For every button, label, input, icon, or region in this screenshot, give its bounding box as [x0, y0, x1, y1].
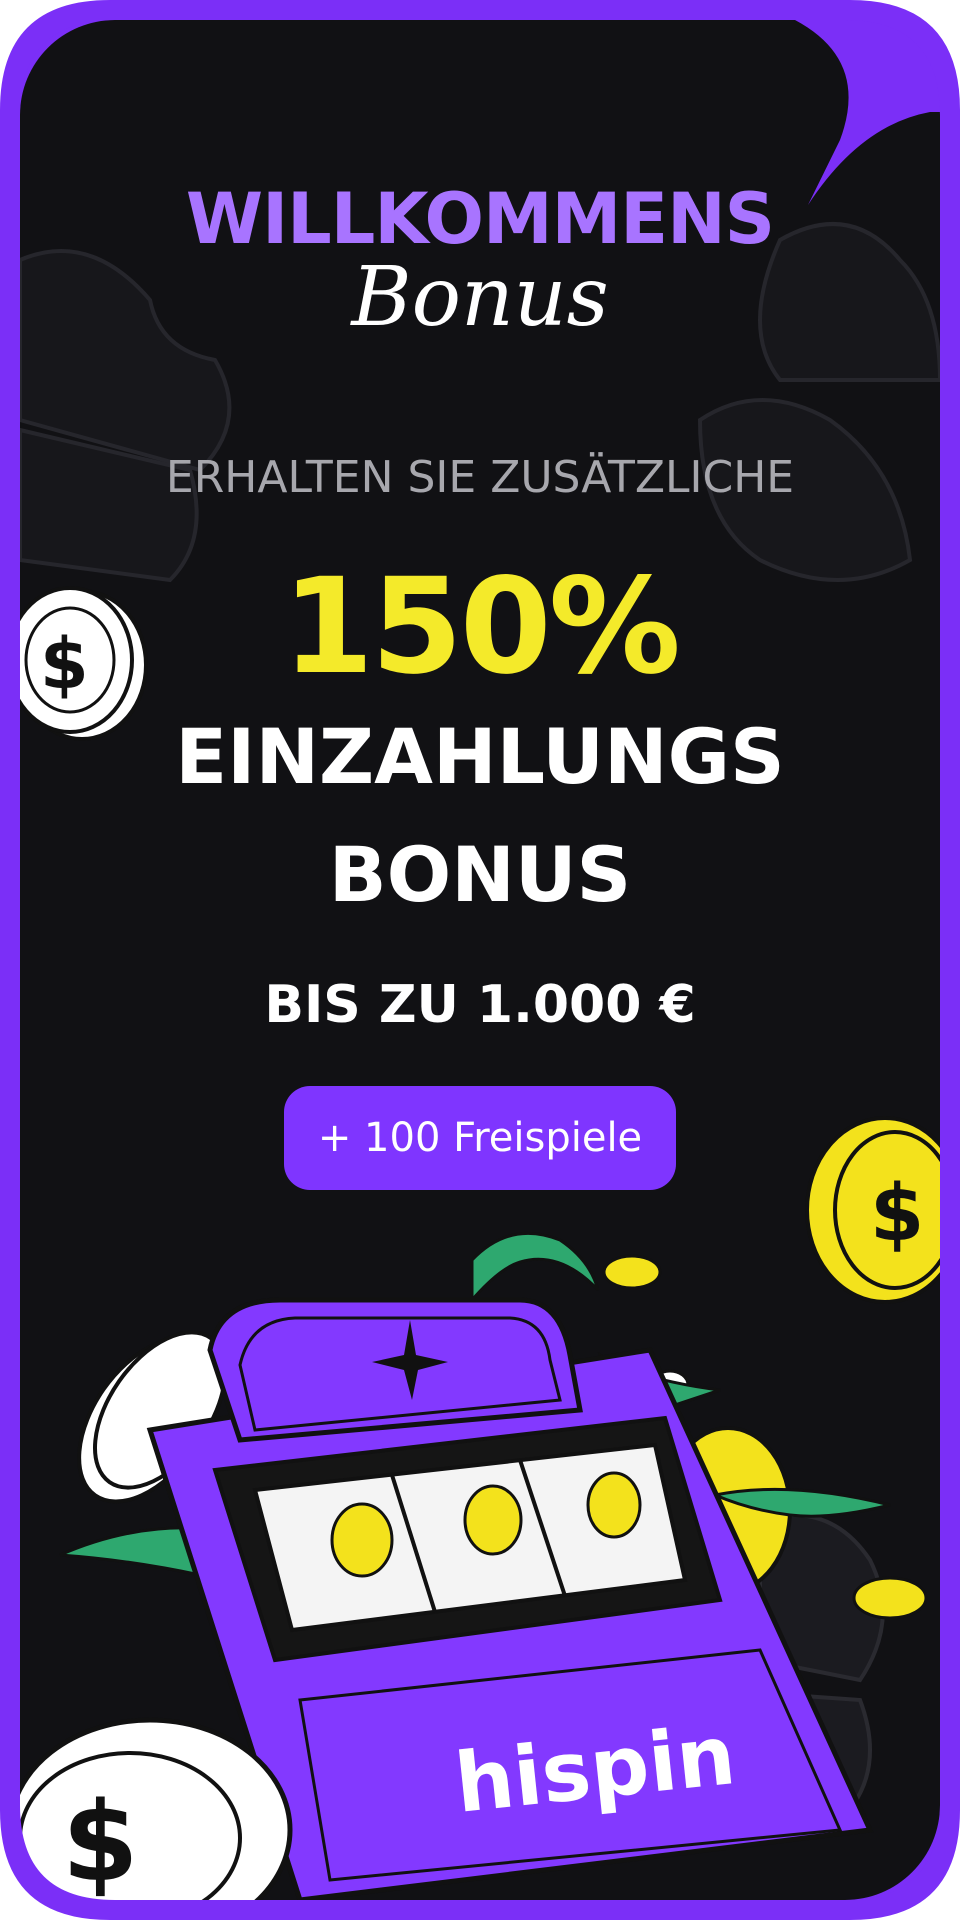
bonus-line-2: BONUS — [328, 830, 632, 919]
svg-text:$: $ — [870, 1169, 924, 1259]
banner-title: WILLKOMMENS — [185, 178, 775, 260]
svg-text:$: $ — [62, 1778, 139, 1906]
banner-subtitle: ERHALTEN SIE ZUSÄTZLICHE — [165, 452, 795, 503]
bonus-limit: BIS ZU 1.000 € — [264, 975, 696, 1035]
free-spins-button[interactable]: + 100 Freispiele — [284, 1086, 676, 1190]
banner-title-script: Bonus — [351, 250, 609, 345]
bonus-line-1: EINZAHLUNGS — [175, 712, 785, 801]
bonus-percent: 150% — [282, 550, 681, 704]
coin-icon: $ — [805, 1116, 960, 1304]
